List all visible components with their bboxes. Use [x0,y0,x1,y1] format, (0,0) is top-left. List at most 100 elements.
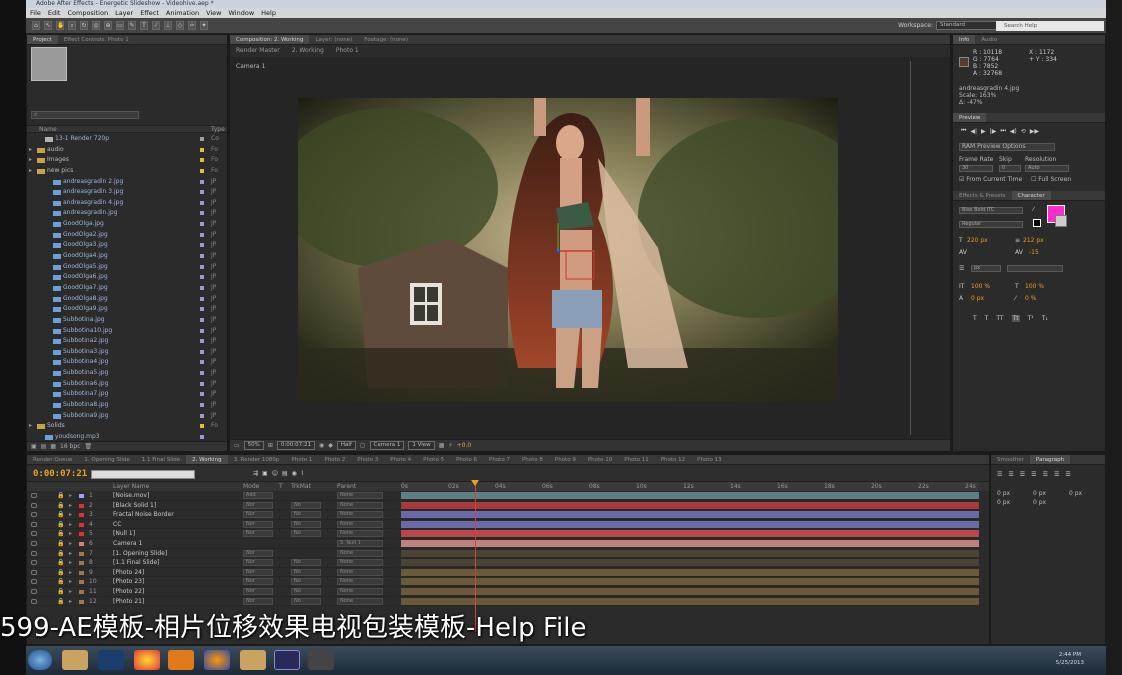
layer-name[interactable]: [1.1 Final Slide] [113,558,160,568]
layer-mode-select[interactable]: Nor [243,520,273,528]
layer-trkmat-select[interactable]: No [291,578,321,586]
project-item[interactable]: GoodOlga7.jpg JP [27,283,227,294]
visibility-eye-icon[interactable] [31,569,37,575]
layer-trkmat-select[interactable]: No [291,559,321,567]
project-item[interactable]: GoodOlga.jpg JP [27,219,227,230]
label-color[interactable] [200,200,204,205]
visibility-eye-icon[interactable] [31,598,37,604]
last-frame-icon[interactable]: ⏭ [1000,127,1005,135]
comp-tab-1[interactable]: Layer: (none) [309,35,358,44]
lock-icon[interactable]: 🔒 [57,491,64,501]
layer-row[interactable]: 🔒 ▸ 4 CC Nor No None [27,520,399,530]
col-parent[interactable]: Parent [337,482,356,491]
folder-icon[interactable] [240,650,266,670]
layer-mode-select[interactable]: Nor [243,530,273,538]
comp-tab-2[interactable]: Footage: (none) [358,35,414,44]
baseline-value[interactable]: 0 px [971,295,984,302]
timeline-tab-12[interactable]: Photo 8 [516,455,549,464]
comp-tab-0[interactable]: Composition: 2. Working [230,35,310,44]
justify-right-icon[interactable]: ☰ [1054,471,1059,478]
project-item[interactable]: 13-1 Render 720p Co [27,134,227,145]
project-item[interactable]: Subbotina8.jpg JP [27,400,227,411]
lock-icon[interactable]: 🔒 [57,568,64,578]
label-color[interactable] [200,296,204,301]
label-color[interactable] [200,190,204,195]
disclosure-icon[interactable]: ▸ [29,421,32,432]
project-tab-1[interactable]: Effect Controls: Photo 1 [58,35,135,44]
full-screen-checkbox[interactable]: ☐ Full Screen [1031,176,1071,183]
layer-trkmat-select[interactable]: No [291,568,321,576]
vertical-scale-value[interactable]: 100 % [971,283,990,290]
layer-row[interactable]: 🔒 ▸ 1 [Noise.mov] Add None [27,491,399,501]
font-style-select[interactable]: Regular [959,221,1023,228]
twirl-icon[interactable]: ▸ [69,520,72,530]
label-color[interactable] [200,179,204,184]
space-after-value[interactable]: 0 px [1033,498,1046,507]
layer-name[interactable]: [Null 1] [113,529,135,539]
horizontal-scale-value[interactable]: 100 % [1025,283,1044,290]
project-item[interactable]: andreasgradin 2.jpg JP [27,177,227,188]
menu-effect[interactable]: Effect [140,8,159,18]
app-icon[interactable] [308,650,334,670]
play-icon[interactable]: ▶ [981,128,986,135]
start-button-icon[interactable] [28,650,52,670]
tracking-value[interactable]: -15 [1029,249,1039,256]
timeline-tab-10[interactable]: Photo 6 [450,455,483,464]
label-color[interactable] [200,339,204,344]
layer-parent-select[interactable]: None [337,511,383,519]
timeline-tab-3[interactable]: 2. Working [186,455,228,464]
project-item[interactable]: GoodOlga5.jpg JP [27,262,227,273]
explorer-icon[interactable] [62,650,88,670]
label-color[interactable] [200,137,204,141]
layer-duration-bar[interactable] [401,549,979,559]
layer-bar-fill[interactable] [401,520,979,528]
layer-parent-select[interactable]: None [337,587,383,595]
label-color[interactable] [200,232,204,237]
project-item[interactable]: GoodOlga8.jpg JP [27,294,227,305]
stroke-color-swatch[interactable] [1055,215,1067,227]
layer-bar-fill[interactable] [401,530,979,538]
project-item[interactable]: Subbotina3.jpg JP [27,347,227,358]
layer-row[interactable]: 🔒 ▸ 11 [Photo 22] Nor No None [27,587,399,597]
label-color[interactable] [200,211,204,216]
twirl-icon[interactable]: ▸ [69,501,72,511]
layer-name[interactable]: Fractal Noise Border [113,510,174,520]
layer-mode-select[interactable]: Add [243,492,273,499]
layer-name[interactable]: Camera 1 [113,539,142,549]
project-item[interactable]: Subbotina2.jpg JP [27,336,227,347]
label-color[interactable] [200,264,204,269]
home-icon[interactable]: ⌂ [32,21,40,30]
project-item[interactable]: ▸ audio Fo [27,145,227,156]
grid-icon[interactable]: ⊞ [268,442,273,449]
eyedropper-icon[interactable]: ⁄ [1033,206,1034,213]
indent-left-value[interactable]: 0 px [997,489,1010,498]
comp-nav-1[interactable]: 2. Working [286,46,330,56]
timeline-tab-11[interactable]: Photo 7 [483,455,516,464]
character-tab-1[interactable]: Character [1011,191,1051,200]
fast-preview-icon[interactable]: ⚡ [448,442,452,449]
layer-parent-select[interactable]: 5. Null 1 [337,539,383,547]
project-item[interactable]: Subbotina.jpg JP [27,315,227,326]
project-item[interactable]: GoodOlga3.jpg JP [27,240,227,251]
menu-file[interactable]: File [30,8,41,18]
first-frame-icon[interactable]: ⏮ [961,127,966,135]
visibility-eye-icon[interactable] [31,502,37,508]
layer-row[interactable]: 🔒 ▸ 5 [Null 1] Nor No None [27,529,399,539]
timeline-tab-17[interactable]: Photo 13 [691,455,727,464]
lock-icon[interactable]: 🔒 [57,549,64,559]
twirl-icon[interactable]: ▸ [69,597,72,607]
label-color[interactable] [200,285,204,290]
menu-help[interactable]: Help [261,8,276,18]
motion-blur-icon[interactable]: ◉ [292,470,297,477]
layer-label-color[interactable] [79,599,84,604]
exposure-value[interactable]: +0.0 [457,442,472,449]
skip-select[interactable]: 0 [999,165,1021,172]
twirl-icon[interactable]: ▸ [69,529,72,539]
rotate-tool-icon[interactable]: ↻ [80,21,88,30]
layer-bar-fill[interactable] [401,559,979,567]
timeline-tab-8[interactable]: Photo 4 [384,455,417,464]
layer-name[interactable]: [Photo 23] [113,577,144,587]
camera-tool-icon[interactable]: ◎ [92,21,100,30]
comp-flowchart-icon[interactable]: ⇶ [253,470,258,477]
bpc-label[interactable]: 16 bpc [60,443,80,450]
